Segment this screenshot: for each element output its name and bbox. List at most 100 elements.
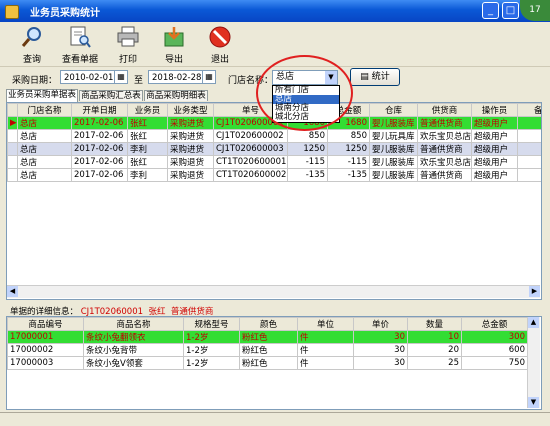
detail-table: 商品编号 商品名称 规格型号 颜色 单位 单价 数量 总金额 17000001 条纹小兔翻领衣 1… — [7, 317, 528, 370]
stat-button[interactable]: ▤ 统计 — [350, 68, 400, 86]
table-row[interactable]: 17000002 条纹小兔背带 1-2岁 粉红色件 30 20 600 — [7, 343, 528, 357]
table-cell: 10 — [407, 330, 462, 344]
table-cell: 17000003 — [7, 356, 84, 370]
table-cell: 超级用户 — [471, 116, 518, 130]
column-header[interactable]: 业务类型 — [167, 103, 214, 117]
table-row[interactable]: 总店 2017-02-06 李利 采购退货 CT1T020600002 -135 -135 婴… — [7, 168, 541, 182]
print-button[interactable]: 打印 — [108, 25, 148, 65]
table-cell: CJ1T020600003 — [213, 142, 288, 156]
maximize-button[interactable]: □ — [502, 2, 519, 19]
empty-row — [8, 218, 542, 230]
column-header[interactable]: 规格型号 — [183, 317, 240, 331]
minimize-button[interactable]: _ — [482, 2, 499, 19]
column-header[interactable]: 单位 — [297, 317, 354, 331]
table-cell: 2017-02-06 — [71, 129, 128, 143]
column-header[interactable]: 供货商 — [417, 103, 472, 117]
scroll-left-icon[interactable]: ◀ — [7, 286, 18, 297]
table-cell: 1-2岁 — [183, 330, 240, 344]
table-cell: CT1T020600001 — [213, 155, 288, 169]
table-cell: 超级用户 — [471, 142, 518, 156]
table-row[interactable]: 总店 2017-02-06 张红 采购进货 CJ1T020600002 850 850 婴儿玩… — [7, 129, 541, 143]
column-header[interactable]: 商品编号 — [7, 317, 84, 331]
scroll-down-icon[interactable]: ▼ — [528, 397, 539, 408]
table-cell: 1250 — [327, 142, 370, 156]
table-cell: 2017-02-06 — [71, 168, 128, 182]
table-cell: 张红 — [127, 155, 168, 169]
table-cell: 婴儿服装库 — [369, 168, 418, 182]
scroll-up-icon[interactable]: ▲ — [528, 317, 539, 328]
query-button[interactable]: 查询 — [12, 25, 52, 65]
table-cell: 采购进货 — [167, 116, 214, 130]
table-cell: 张红 — [127, 129, 168, 143]
table-cell: 750 — [461, 356, 528, 370]
main-horizontal-scrollbar[interactable]: ◀ ▶ — [7, 285, 540, 298]
table-cell: 采购进货 — [167, 129, 214, 143]
table-cell: 1250 — [287, 142, 328, 156]
table-cell: 李利 — [127, 168, 168, 182]
title-bar: 业务员采购统计 _ □ 17 — [0, 0, 550, 22]
status-bar — [0, 412, 550, 426]
table-cell: 张红 — [127, 116, 168, 130]
tab-product-detail[interactable]: 商品采购明细表 — [144, 90, 208, 101]
table-cell: -115 — [327, 155, 370, 169]
row-indicator — [7, 142, 18, 156]
exit-button[interactable]: 退出 — [200, 25, 240, 65]
column-header[interactable]: 总金额 — [461, 317, 528, 331]
column-header[interactable]: 单价 — [353, 317, 408, 331]
date-label: 采购日期： — [12, 76, 58, 86]
tab-product-summary[interactable]: 商品采购汇总表 — [79, 90, 143, 101]
table-cell: 2017-02-06 — [71, 116, 128, 130]
table-cell: 17000002 — [7, 343, 84, 357]
table-cell: 总店 — [17, 155, 72, 169]
table-cell: 20 — [407, 343, 462, 357]
column-header[interactable]: 颜色 — [239, 317, 298, 331]
column-header[interactable]: 开单日期 — [71, 103, 128, 117]
detail-grid: 商品编号 商品名称 规格型号 颜色 单位 单价 数量 总金额 17000001 条纹小兔翻领衣 1… — [6, 316, 542, 410]
row-indicator — [7, 168, 18, 182]
date-to-picker-button[interactable]: ▦ — [202, 70, 216, 84]
table-cell: 欢乐宝贝总店 — [417, 129, 472, 143]
table-cell — [517, 116, 541, 130]
tab-salesman-docs[interactable]: 业务员采购单据表 — [6, 89, 78, 102]
table-cell: 30 — [353, 330, 408, 344]
row-indicator — [7, 155, 18, 169]
detail-vertical-scrollbar[interactable]: ▲ ▼ — [527, 317, 540, 408]
column-header[interactable]: 商品名称 — [83, 317, 184, 331]
table-cell: 普通供货商 — [417, 168, 472, 182]
to-label: 至 — [134, 76, 144, 86]
table-row[interactable]: 17000001 条纹小兔翻领衣 1-2岁 粉红色件 30 10 300 — [7, 330, 528, 344]
app-icon — [5, 5, 19, 19]
column-header[interactable]: 仓库 — [369, 103, 418, 117]
column-header[interactable]: 门店名称 — [17, 103, 72, 117]
red-highlight-circle — [256, 55, 353, 131]
table-cell: 1-2岁 — [183, 356, 240, 370]
table-cell: 婴儿服装库 — [369, 155, 418, 169]
table-cell: 超级用户 — [471, 129, 518, 143]
export-button[interactable]: 导出 — [154, 25, 194, 65]
empty-row — [8, 254, 542, 266]
table-cell: 总店 — [17, 168, 72, 182]
document-search-icon — [70, 26, 91, 48]
table-cell: 条纹小兔V领套 — [83, 356, 184, 370]
view-document-button[interactable]: 查看单据 — [60, 25, 100, 65]
table-cell: 欢乐宝贝总店 — [417, 155, 472, 169]
table-row[interactable]: 总店 2017-02-06 李利 采购进货 CJ1T020600003 1250 1250 婴… — [7, 142, 541, 156]
export-icon — [164, 27, 184, 47]
table-cell — [517, 142, 541, 156]
column-header[interactable]: 业务员 — [127, 103, 168, 117]
empty-row — [8, 266, 542, 278]
table-row[interactable]: 17000003 条纹小兔V领套 1-2岁 粉红色件 30 25 750 — [7, 356, 528, 370]
column-header[interactable]: 操作员 — [471, 103, 518, 117]
table-row[interactable]: 总店 2017-02-06 张红 采购退货 CT1T020600001 -115 -115 婴… — [7, 155, 541, 169]
table-cell: 600 — [461, 343, 528, 357]
column-header[interactable]: 备注 — [517, 103, 541, 117]
scroll-right-icon[interactable]: ▶ — [529, 286, 540, 297]
table-cell: 采购进货 — [167, 142, 214, 156]
table-cell: -135 — [327, 168, 370, 182]
detail-header-row: 商品编号 商品名称 规格型号 颜色 单位 单价 数量 总金额 — [7, 317, 528, 331]
column-header[interactable]: 数量 — [407, 317, 462, 331]
table-cell: 采购退货 — [167, 155, 214, 169]
empty-row — [8, 206, 542, 218]
table-cell: 粉红色 — [239, 330, 298, 344]
date-from-picker-button[interactable]: ▦ — [114, 70, 128, 84]
